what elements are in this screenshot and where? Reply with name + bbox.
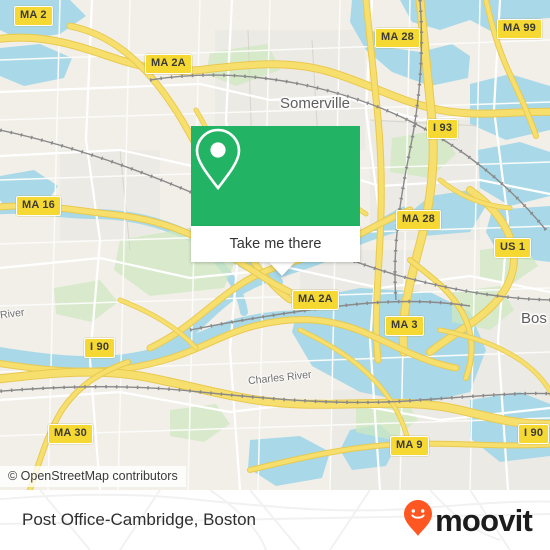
page-footer: Post Office-Cambridge, Boston moovit bbox=[0, 490, 550, 550]
highway-shield: I 90 bbox=[518, 424, 550, 444]
map-canvas[interactable]: .water{fill:#a9d9e8;} .park{fill:#cfe8c0… bbox=[0, 0, 550, 490]
highway-shield: US 1 bbox=[494, 238, 532, 258]
popup-pointer bbox=[269, 262, 295, 276]
highway-shield: I 93 bbox=[427, 119, 459, 139]
highway-shield: MA 28 bbox=[396, 210, 441, 230]
highway-shield: MA 28 bbox=[375, 28, 420, 48]
highway-shield: MA 99 bbox=[497, 19, 542, 39]
osm-attribution[interactable]: © OpenStreetMap contributors bbox=[0, 466, 186, 487]
place-label-somerville: Somerville bbox=[280, 95, 351, 112]
highway-shield: MA 9 bbox=[390, 436, 429, 456]
highway-shield: MA 3 bbox=[385, 316, 424, 336]
highway-shield: MA 16 bbox=[16, 196, 61, 216]
station-title: Post Office-Cambridge, Boston bbox=[22, 510, 257, 529]
moovit-logo[interactable]: moovit bbox=[403, 499, 533, 542]
highway-shield: I 90 bbox=[84, 338, 116, 358]
station-popup[interactable]: Take me there bbox=[191, 126, 360, 276]
moovit-wordmark: moovit bbox=[435, 502, 533, 538]
moovit-station-map-page: .water{fill:#a9d9e8;} .park{fill:#cfe8c0… bbox=[0, 0, 550, 550]
highway-shield: MA 2A bbox=[145, 54, 192, 74]
highway-shield: MA 2A bbox=[292, 290, 339, 310]
highway-shield: MA 2 bbox=[14, 6, 53, 26]
take-me-there-label: Take me there bbox=[229, 236, 322, 252]
place-label-boston: Bos bbox=[521, 310, 547, 327]
highway-shield: MA 30 bbox=[48, 424, 93, 444]
moovit-smiley-pin-icon bbox=[403, 499, 433, 542]
popup-marker-area bbox=[191, 126, 360, 226]
take-me-there-button[interactable]: Take me there bbox=[191, 226, 360, 262]
